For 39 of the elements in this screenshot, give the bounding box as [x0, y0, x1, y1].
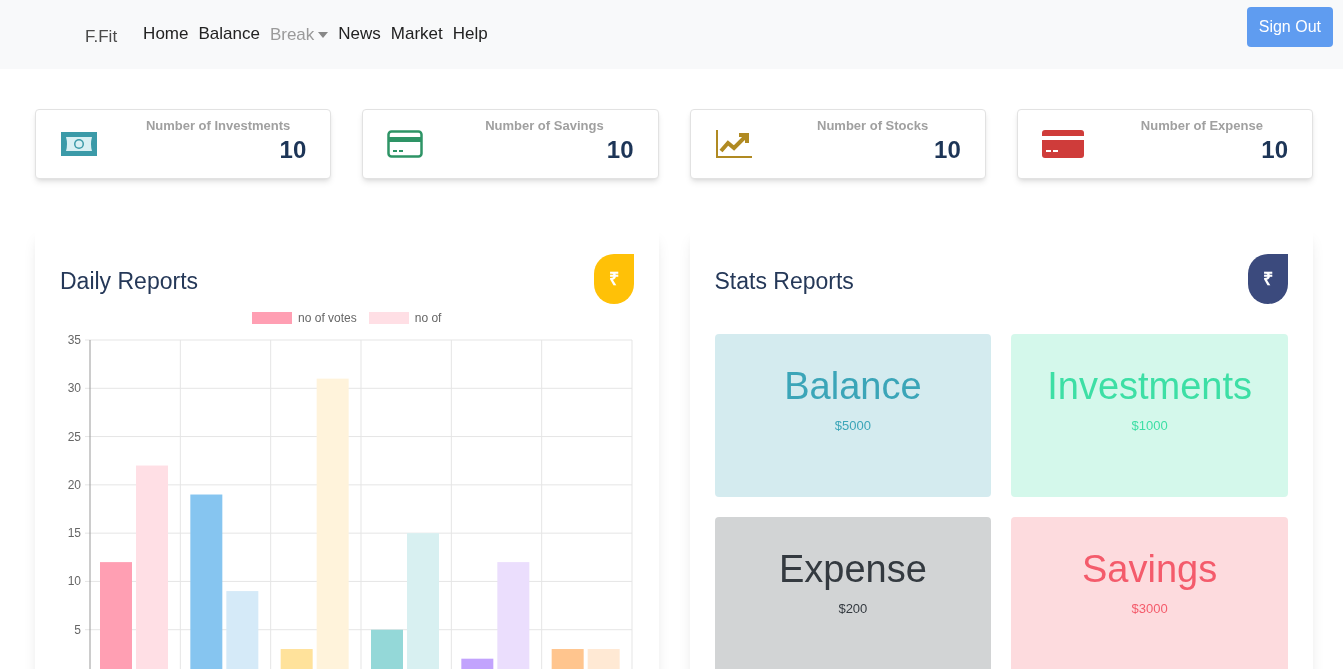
stat-label: Number of Savings: [485, 117, 604, 136]
tile-amount: $3000: [1131, 600, 1168, 618]
axis-tick-label: 15: [67, 526, 81, 541]
banknote-icon: [60, 131, 98, 157]
legend-label[interactable]: no of: [414, 310, 442, 326]
card-title: Daily Reports: [60, 267, 199, 296]
line-chart-icon: [714, 129, 753, 159]
nav-link[interactable]: Home: [143, 20, 189, 48]
nav-link[interactable]: Balance: [198, 20, 260, 48]
stat-label: Number of Investments: [145, 117, 291, 136]
axis-tick-label: 5: [74, 622, 81, 637]
rupee-badge: ₹: [593, 254, 634, 304]
axis-tick-label: 30: [67, 381, 81, 396]
axis-tick-label: 35: [67, 333, 81, 347]
tile-title: Investments: [1047, 364, 1253, 409]
axis-tick-label: 20: [67, 477, 81, 492]
stat-value: 10: [606, 135, 634, 164]
rupee-badge: ₹: [1248, 254, 1288, 304]
stat-label: Number of Stocks: [817, 117, 929, 136]
card-title: Stats Reports: [714, 267, 854, 296]
credit-card-icon: [387, 130, 424, 158]
stat-value: 10: [934, 135, 961, 164]
nav-link[interactable]: Market: [390, 20, 443, 48]
axis-tick-label: 10: [67, 574, 81, 589]
tile-title: Expense: [778, 547, 927, 592]
tile-amount: $5000: [834, 417, 871, 435]
tile-amount: $200: [838, 600, 868, 618]
axis-tick-label: 25: [67, 429, 81, 444]
nav-link[interactable]: Help: [452, 20, 488, 48]
legend-label[interactable]: no of votes: [298, 310, 357, 326]
tile-title: Balance: [784, 364, 922, 409]
stat-value: 10: [1261, 135, 1288, 164]
tile-amount: $1000: [1131, 417, 1168, 435]
brand-link[interactable]: F.Fit: [85, 24, 118, 50]
nav-link[interactable]: News: [338, 20, 381, 48]
credit-card-icon: [1041, 130, 1084, 158]
stat-label: Number of Expense: [1140, 117, 1263, 136]
stat-value: 10: [279, 135, 307, 164]
tile-title: Savings: [1082, 547, 1218, 592]
